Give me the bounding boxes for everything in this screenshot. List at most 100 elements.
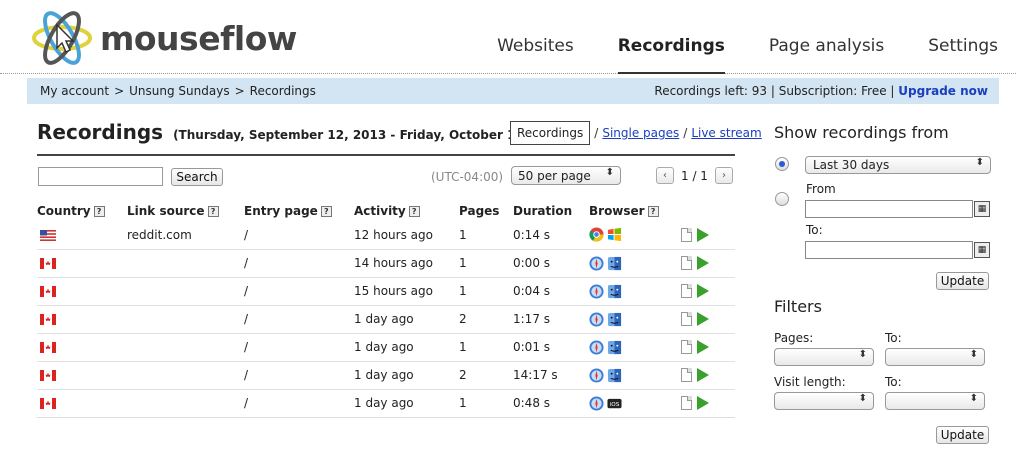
- next-page-button[interactable]: ›: [714, 167, 733, 184]
- col-duration[interactable]: Duration: [513, 201, 589, 221]
- help-icon[interactable]: ?: [93, 206, 105, 217]
- nav-page-analysis[interactable]: Page analysis: [769, 36, 884, 74]
- actions-cell: [681, 333, 735, 362]
- table-row[interactable]: /1 day ago 1 0:01 s: [37, 333, 735, 362]
- pages-cell: 1: [459, 333, 513, 362]
- to-label: To:: [806, 223, 823, 237]
- page-list-icon[interactable]: [681, 256, 692, 271]
- select-arrows-icon: ⬍: [858, 393, 867, 404]
- pages-cell: 2: [459, 361, 513, 390]
- ios-icon: iOS: [607, 396, 622, 410]
- actions-cell: [681, 389, 735, 418]
- ca-flag-icon: [37, 284, 56, 298]
- col-activity[interactable]: Activity?: [354, 201, 459, 221]
- play-icon[interactable]: [697, 312, 709, 327]
- page-list-icon[interactable]: [681, 368, 692, 383]
- pages-filter-label: Pages:: [774, 331, 814, 345]
- nav-settings[interactable]: Settings: [928, 36, 998, 74]
- visit-length-to-label: To:: [885, 375, 902, 389]
- table-row[interactable]: /1 day ago 2 14:17 s: [37, 361, 735, 390]
- from-date-input[interactable]: [805, 200, 973, 218]
- actions-cell: [681, 305, 735, 334]
- range-preset-select[interactable]: Last 30 days ⬍: [805, 156, 991, 174]
- ca-flag-icon: [37, 340, 56, 354]
- update-filters-button[interactable]: Update: [936, 426, 989, 444]
- mac-finder-icon: [607, 312, 622, 326]
- ca-flag-icon: [37, 396, 56, 410]
- table-row[interactable]: /1 day ago 2 1:17 s: [37, 305, 735, 334]
- breadcrumb-my-account[interactable]: My account: [40, 84, 109, 98]
- help-icon[interactable]: ?: [408, 206, 420, 217]
- recordings-view-button[interactable]: Recordings: [510, 121, 591, 145]
- activity-cell: 1 day ago: [354, 333, 459, 362]
- safari-icon: [589, 339, 607, 355]
- help-icon[interactable]: ?: [320, 206, 332, 217]
- nav-websites[interactable]: Websites: [497, 36, 574, 74]
- pagination: ‹ 1 / 1 ›: [656, 167, 733, 184]
- help-icon[interactable]: ?: [647, 206, 659, 217]
- logo[interactable]: mouseflow: [30, 10, 297, 66]
- table-row[interactable]: /15 hours ago 1 0:04 s: [37, 277, 735, 306]
- col-browser[interactable]: Browser?: [589, 201, 681, 221]
- timezone-label: (UTC-04:00): [431, 170, 504, 184]
- nav-recordings[interactable]: Recordings: [617, 36, 726, 74]
- search-input[interactable]: [38, 167, 163, 186]
- page-list-icon[interactable]: [681, 228, 692, 242]
- update-range-button[interactable]: Update: [936, 272, 989, 290]
- upgrade-link[interactable]: Upgrade now: [898, 84, 988, 98]
- link-source-cell: [127, 249, 244, 278]
- duration-cell: 0:01 s: [513, 333, 589, 362]
- to-date-input[interactable]: [805, 241, 973, 259]
- activity-cell: 12 hours ago: [354, 221, 459, 250]
- live-stream-link[interactable]: Live stream: [691, 126, 761, 140]
- col-actions: [681, 201, 735, 221]
- country-cell: [37, 389, 127, 418]
- page-list-icon[interactable]: [681, 340, 692, 355]
- calendar-icon[interactable]: ▦: [974, 242, 990, 258]
- help-icon[interactable]: ?: [207, 206, 219, 217]
- play-icon[interactable]: [697, 256, 709, 271]
- col-entry-page[interactable]: Entry page?: [244, 201, 354, 221]
- breadcrumb-site[interactable]: Unsung Sundays: [129, 84, 229, 98]
- duration-cell: 14:17 s: [513, 361, 589, 390]
- page-list-icon[interactable]: [681, 284, 692, 299]
- per-page-select[interactable]: 50 per page ⬍: [511, 166, 621, 185]
- visit-length-to-select[interactable]: ⬍: [885, 392, 985, 410]
- prev-page-button[interactable]: ‹: [656, 167, 674, 184]
- range-preset-value: Last 30 days: [813, 158, 890, 172]
- play-icon[interactable]: [697, 340, 709, 355]
- play-icon[interactable]: [697, 396, 709, 411]
- pages-to-select[interactable]: ⬍: [885, 348, 985, 366]
- page-indicator: 1 / 1: [681, 168, 708, 183]
- mouseflow-logo-icon: [32, 11, 92, 65]
- pages-from-select[interactable]: ⬍: [774, 348, 874, 366]
- range-custom-radio[interactable]: [775, 192, 789, 206]
- breadcrumb-recordings[interactable]: Recordings: [250, 84, 316, 98]
- pages-cell: 1: [459, 221, 513, 250]
- table-row[interactable]: reddit.com/12 hours ago 1 0:14 s: [37, 221, 735, 250]
- page-list-icon[interactable]: [681, 312, 692, 327]
- play-icon[interactable]: [697, 284, 709, 299]
- col-pages[interactable]: Pages: [459, 201, 513, 221]
- visit-length-from-select[interactable]: ⬍: [774, 392, 874, 410]
- activity-cell: 15 hours ago: [354, 277, 459, 306]
- table-row[interactable]: /14 hours ago 1 0:00 s: [37, 249, 735, 278]
- col-link-source[interactable]: Link source?: [127, 201, 244, 221]
- search-button[interactable]: Search: [171, 168, 223, 186]
- visit-length-label: Visit length:: [774, 375, 846, 389]
- recordings-table: Country? Link source? Entry page? Activi…: [37, 201, 735, 418]
- play-icon[interactable]: [697, 228, 709, 242]
- page-list-icon[interactable]: [681, 396, 692, 411]
- breadcrumb-bar: My account > Unsung Sundays > Recordings…: [27, 78, 999, 104]
- table-row[interactable]: /1 day ago 1 0:48 s iOS: [37, 389, 735, 418]
- range-preset-radio[interactable]: [775, 157, 789, 171]
- single-pages-link[interactable]: Single pages: [602, 126, 679, 140]
- duration-cell: 0:14 s: [513, 221, 589, 250]
- col-country[interactable]: Country?: [37, 201, 127, 221]
- calendar-icon[interactable]: ▦: [974, 201, 990, 217]
- view-separator: /: [683, 126, 688, 140]
- link-source-cell: [127, 305, 244, 334]
- play-icon[interactable]: [697, 368, 709, 383]
- chrome-icon: [589, 227, 607, 242]
- country-cell: [37, 333, 127, 362]
